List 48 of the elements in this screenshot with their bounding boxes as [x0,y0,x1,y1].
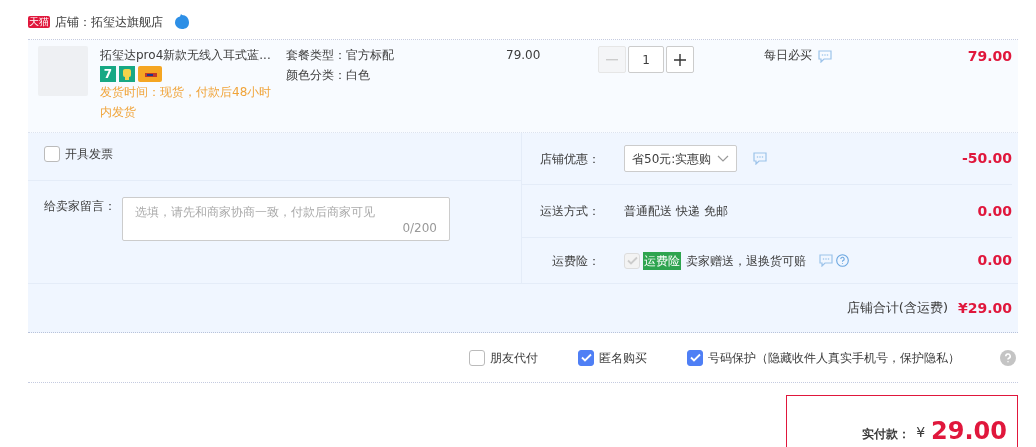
minus-icon [606,58,618,61]
payment-amount: 29.00 [931,417,1007,445]
spec-text: 套餐类型：官方标配 [286,47,395,64]
quantity-field[interactable]: 1 [628,46,664,73]
checkbox[interactable] [578,349,594,366]
checkbox[interactable] [469,349,485,366]
increase-button[interactable] [666,46,694,73]
insurance-label: 运费险： [551,252,600,270]
help-icon[interactable] [836,254,849,267]
promo-label: 每日必买 [764,47,812,64]
chat-icon[interactable] [753,152,768,165]
character-counter: 0/200 [402,221,437,235]
shipping-method: 普通配送 快递 免邮 [624,203,728,220]
spec-text: 颜色分类：白色 [286,67,371,84]
insurance-tag: 运费险 [643,251,681,270]
payment-label: 实付款： [862,426,911,443]
plus-icon [674,53,686,66]
chat-icon[interactable] [819,254,833,267]
insurance-text: 卖家赠送，退换货可赔 [686,252,806,270]
seven-day-return-badge: 7 [100,66,116,82]
shipping-amount: 0.00 [977,201,1012,221]
shipping-label: 运送方式： [539,203,600,220]
unit-price: 79.00 [506,47,542,64]
shop-badge: 天猫 [28,15,50,28]
item-subtotal: 79.00 [966,47,1012,66]
chevron-down-icon [717,154,730,163]
shop-name[interactable]: 店铺：拓玺达旗舰店 [55,12,163,31]
option-label[interactable]: 朋友代付 [490,348,538,367]
option-label[interactable]: 号码保护（隐藏收件人真实手机号，保护隐私） [708,348,960,367]
option-label[interactable]: 匿名购买 [599,348,647,367]
message-placeholder: 选填，请先和商家协商一致，付款后商家可见 [135,204,376,221]
delivery-note: 发货时间：现货，付款后48小时内发货 [100,84,273,121]
checkbox[interactable] [44,145,60,162]
checkbox[interactable] [687,349,703,366]
shop-total-amount: ¥29.00 [957,298,1012,318]
card-icon [138,66,162,82]
guarantee-icon [119,66,135,82]
message-label: 给卖家留言： [44,198,116,215]
currency-symbol: ¥ [916,423,926,442]
shop-total-label: 店铺合计(含运费) [846,299,948,318]
chat-icon[interactable] [818,50,832,63]
invoice-label[interactable]: 开具发票 [65,144,113,163]
help-icon[interactable] [1000,349,1016,366]
discount-amount: -50.00 [961,149,1012,168]
discount-select[interactable]: 省50元:实惠购 [624,145,738,172]
product-title[interactable]: 拓玺达pro4新款无线入耳式蓝... [100,46,278,64]
discount-label: 店铺优惠： [539,150,600,168]
insurance-amount: 0.00 [977,251,1012,270]
